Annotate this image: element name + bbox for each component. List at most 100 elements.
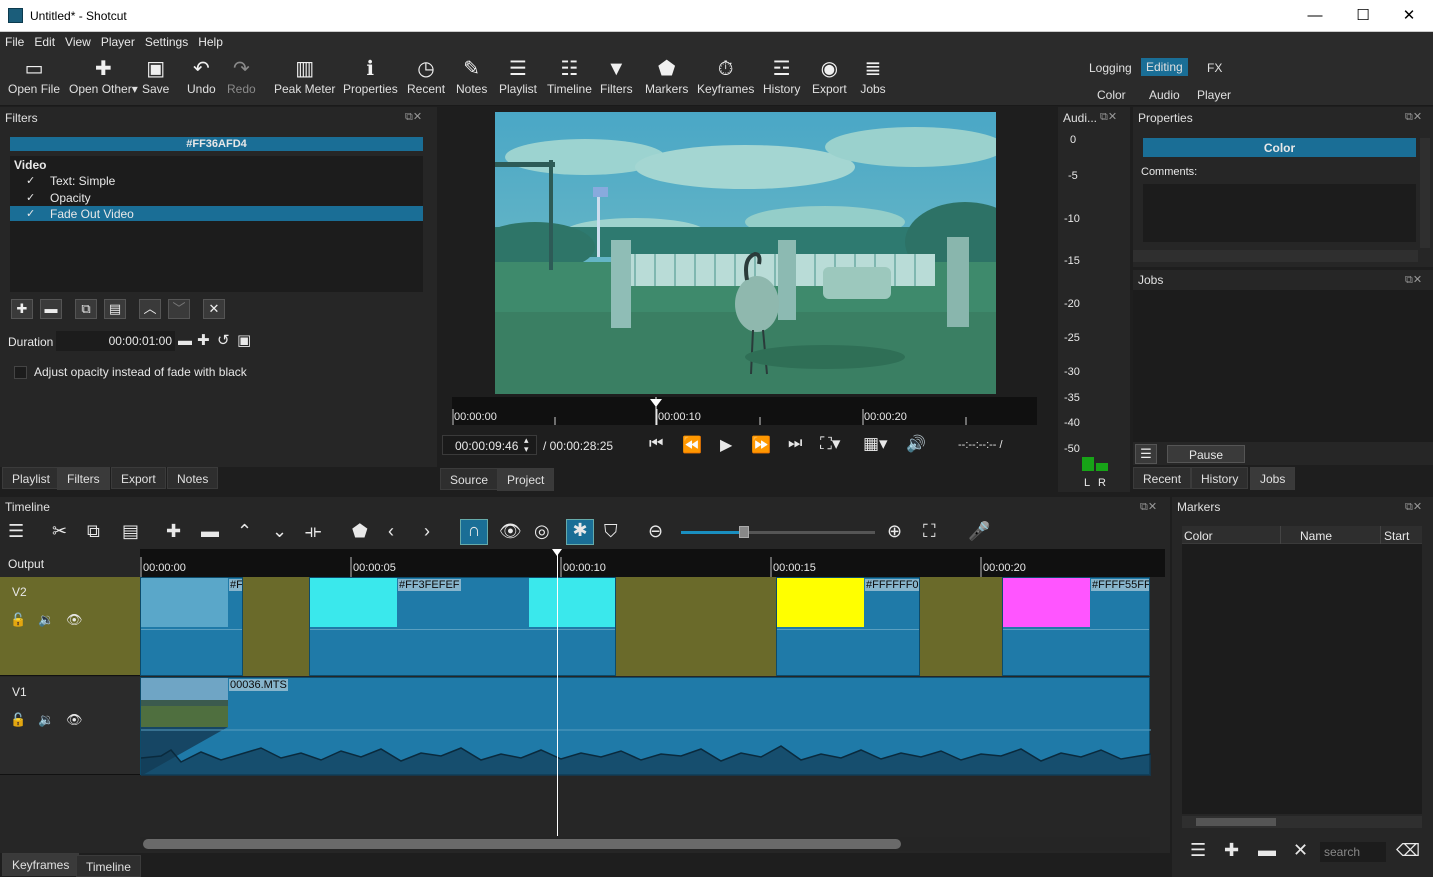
layout-audio[interactable]: Audio — [1144, 86, 1185, 104]
ripple-markers-icon[interactable]: ⛉ — [604, 521, 618, 542]
paste-icon[interactable]: ▤ — [122, 521, 139, 542]
column-start[interactable]: Start — [1384, 529, 1409, 543]
ripple-icon[interactable]: ◎ — [534, 521, 550, 542]
menu-player[interactable]: Player — [96, 32, 140, 49]
jobs-button[interactable]: ≣ Jobs — [860, 56, 886, 96]
notes-button[interactable]: ✎ Notes — [456, 56, 487, 96]
ripple-all-icon[interactable]: ✱ — [566, 519, 594, 545]
panel-float-close-icon[interactable]: ⧉✕ — [1140, 500, 1157, 514]
overwrite-icon[interactable]: ⌄ — [272, 521, 287, 542]
mute-icon[interactable]: 🔉 — [38, 712, 54, 728]
lock-icon[interactable]: 🔓 — [10, 612, 26, 628]
remove-filter-icon[interactable]: ▬ — [40, 299, 62, 319]
filters-button[interactable]: ▼ Filters — [600, 56, 633, 96]
panel-float-close-icon[interactable]: ⧉✕ — [405, 110, 422, 124]
next-marker-icon[interactable]: › — [424, 521, 430, 542]
timeline-hscrollbar[interactable] — [140, 837, 1150, 851]
check-icon[interactable]: ✓ — [26, 191, 35, 204]
filter-item-text-simple[interactable]: ✓ Text: Simple — [10, 172, 423, 189]
menu-file[interactable]: File — [0, 32, 29, 49]
move-down-icon[interactable]: ﹀ — [168, 299, 190, 319]
markers-menu-icon[interactable]: ☰ — [1190, 840, 1206, 861]
save-preset-icon[interactable]: ▣ — [237, 331, 251, 349]
check-icon[interactable]: ✓ — [26, 207, 35, 220]
menu-help[interactable]: Help — [193, 32, 228, 49]
paste-filter-icon[interactable]: ▤ — [104, 299, 126, 319]
track-header-v1[interactable]: V1 🔓 🔉 👁 — [0, 677, 140, 775]
video-preview[interactable] — [495, 112, 996, 394]
track-header-v2[interactable]: V2 🔓 🔉 👁 — [0, 577, 140, 676]
column-color[interactable]: Color — [1184, 529, 1213, 543]
export-button[interactable]: ◉ Export — [812, 56, 847, 96]
tab-source[interactable]: Source — [440, 468, 499, 490]
recent-button[interactable]: ◷ Recent — [407, 56, 445, 96]
adjust-opacity-checkbox[interactable] — [14, 366, 27, 379]
clip-color-1[interactable]: #F — [140, 577, 243, 676]
filter-item-opacity[interactable]: ✓ Opacity — [10, 189, 423, 206]
tab-history[interactable]: History — [1191, 467, 1249, 489]
fast-forward-icon[interactable]: ⏩ — [751, 435, 771, 455]
menu-edit[interactable]: Edit — [29, 32, 60, 49]
jobs-menu-icon[interactable]: ☰ — [1135, 444, 1157, 464]
move-up-icon[interactable]: ︿ — [139, 299, 161, 319]
minimize-button[interactable]: — — [1292, 6, 1338, 26]
snap-icon[interactable]: ∩ — [460, 519, 488, 545]
tab-keyframes[interactable]: Keyframes — [2, 853, 80, 876]
timeline-button[interactable]: ☷ Timeline — [547, 56, 592, 96]
skip-previous-icon[interactable]: ⏮ — [649, 435, 663, 453]
playhead-marker-icon[interactable] — [552, 549, 562, 556]
panel-float-close-icon[interactable]: ⧉✕ — [1405, 110, 1422, 124]
position-field[interactable]: 00:00:09:46 — [442, 435, 537, 455]
open-file-button[interactable]: ▭ Open File — [8, 56, 60, 96]
menu-view[interactable]: View — [60, 32, 96, 49]
remove-icon[interactable]: ▬ — [201, 521, 219, 542]
tab-jobs[interactable]: Jobs — [1250, 467, 1296, 490]
menu-settings[interactable]: Settings — [140, 32, 193, 49]
comments-textarea[interactable] — [1143, 184, 1416, 242]
play-icon[interactable]: ▶ — [720, 435, 732, 455]
append-icon[interactable]: ✚ — [166, 521, 181, 542]
properties-scrollbar[interactable] — [1420, 138, 1430, 248]
rewind-icon[interactable]: ⏪ — [682, 435, 702, 455]
zoom-in-icon[interactable]: ⊕ — [887, 521, 902, 542]
filter-item-fade-out-video[interactable]: ✓ Fade Out Video — [10, 206, 423, 221]
split-icon[interactable]: ⟛ — [305, 521, 321, 542]
previous-marker-icon[interactable]: ‹ — [388, 521, 394, 542]
visibility-icon[interactable]: 👁 — [66, 712, 83, 728]
peak-meter-button[interactable]: ▥ Peak Meter — [274, 56, 335, 96]
grid-icon[interactable]: ▦▾ — [863, 434, 888, 454]
zoom-out-icon[interactable]: ⊖ — [648, 521, 663, 542]
layout-fx[interactable]: FX — [1202, 59, 1227, 77]
remove-marker-icon[interactable]: ▬ — [1258, 840, 1276, 861]
add-filter-icon[interactable]: ✚ — [11, 299, 33, 319]
redo-button[interactable]: ↷ Redo — [227, 56, 256, 96]
tab-project[interactable]: Project — [497, 468, 555, 491]
clip-color-4[interactable]: #FFFF55FF — [1002, 577, 1150, 676]
skip-next-icon[interactable]: ⏭ — [788, 435, 802, 453]
cut-icon[interactable]: ✂ — [52, 521, 67, 542]
tab-filters[interactable]: Filters — [57, 467, 110, 490]
clip-00036-mts[interactable]: 00036.MTS — [140, 677, 1151, 776]
lift-icon[interactable]: ⌃ — [237, 521, 252, 542]
history-button[interactable]: ☲ History — [763, 56, 800, 96]
properties-button[interactable]: ℹ Properties — [343, 56, 398, 96]
keyframes-button[interactable]: ⏱ Keyframes — [697, 56, 754, 96]
markers-search-input[interactable]: search — [1320, 842, 1386, 862]
zoom-fit-icon[interactable]: ⛶ — [923, 521, 936, 542]
scrub-icon[interactable]: 👁 — [499, 521, 522, 542]
add-marker-icon[interactable]: ⬟ — [352, 521, 368, 542]
tab-recent[interactable]: Recent — [1133, 467, 1192, 489]
column-name[interactable]: Name — [1300, 529, 1332, 543]
playlist-button[interactable]: ☰ Playlist — [499, 56, 537, 96]
tab-timeline[interactable]: Timeline — [76, 855, 141, 877]
deselect-filter-icon[interactable]: ✕ — [203, 299, 225, 319]
layout-player[interactable]: Player — [1192, 86, 1236, 104]
position-spin-icon[interactable]: ▴ ▾ — [524, 436, 529, 454]
copy-icon[interactable]: ⧉ — [87, 521, 100, 542]
duration-decrement-icon[interactable]: ▬ — [178, 332, 192, 348]
save-button[interactable]: ▣ Save — [142, 56, 169, 96]
clear-search-icon[interactable]: ⌫ — [1396, 841, 1420, 861]
panel-float-close-icon[interactable]: ⧉✕ — [1100, 110, 1117, 124]
tab-playlist[interactable]: Playlist — [2, 467, 61, 489]
clear-markers-icon[interactable]: ✕ — [1293, 840, 1308, 861]
